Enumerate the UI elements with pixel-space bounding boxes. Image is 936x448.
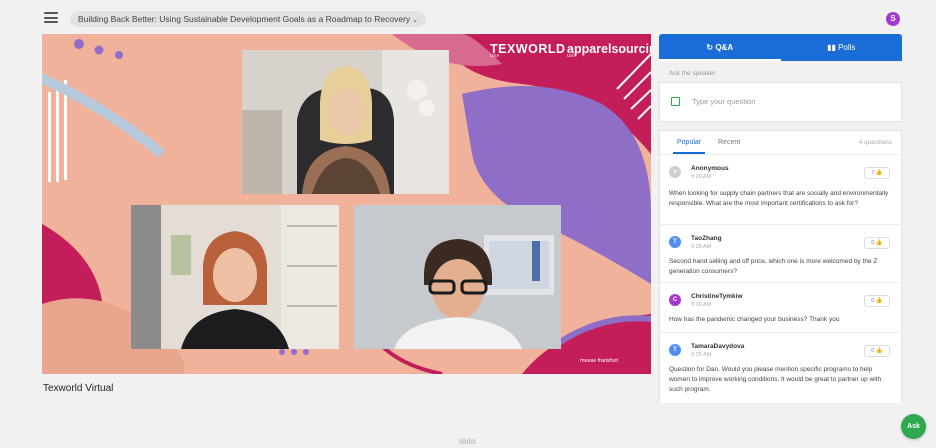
- event-title: Building Back Better: Using Sustainable …: [78, 14, 411, 24]
- like-count: 0: [871, 298, 875, 304]
- room-label: Texworld Virtual: [43, 383, 114, 394]
- speaker-video-2: [131, 205, 339, 349]
- top-bar: Building Back Better: Using Sustainable …: [0, 0, 936, 36]
- question-item: T TamaraDavydova 9:25 AM 0 👍 Question fo…: [660, 334, 901, 404]
- chevron-down-icon: ⌄: [412, 17, 419, 24]
- user-avatar-icon: C: [669, 294, 681, 306]
- user-avatar-icon: T: [669, 236, 681, 248]
- messe-frankfurt-logo: messe frankfurt: [580, 358, 618, 364]
- texworld-logo: TEXWORLD: [490, 42, 566, 56]
- subtab-popular[interactable]: Popular: [672, 139, 706, 154]
- question-time: 9:26 AM: [691, 244, 712, 250]
- apparelsourcing-logo-sub: USA: [567, 53, 577, 58]
- user-avatar-icon: T: [669, 344, 681, 356]
- anonymous-avatar-icon: ●: [669, 166, 681, 178]
- question-author: Anonymous: [691, 165, 729, 172]
- panel-tabs: ↻ Q&A ▮▮ Polls: [659, 34, 902, 61]
- like-button[interactable]: 0 👍: [864, 345, 890, 357]
- question-time: 9:20 AM: [691, 174, 712, 180]
- ask-button[interactable]: Ask: [901, 414, 926, 439]
- question-item: C ChristineTymkiw 9:19 AM 0 👍 How has th…: [660, 284, 901, 333]
- polls-icon: ▮▮: [827, 43, 839, 52]
- tab-qa-label: Q&A: [715, 43, 734, 52]
- thumbs-up-icon: 👍: [875, 240, 883, 246]
- menu-icon[interactable]: [44, 12, 58, 23]
- like-button[interactable]: 0 👍: [864, 237, 890, 249]
- question-time: 9:19 AM: [691, 302, 712, 308]
- thumbs-up-icon: 👍: [875, 170, 883, 176]
- tab-polls[interactable]: ▮▮ Polls: [781, 34, 903, 61]
- like-button[interactable]: 0 👍: [864, 295, 890, 307]
- question-subtabs: Popular Recent 4 questions: [660, 131, 901, 155]
- question-text: Question for Dan. Would you please menti…: [669, 366, 882, 393]
- video-stage: TEXWORLD USA apparelsourcing USA: [42, 34, 651, 374]
- event-title-dropdown[interactable]: Building Back Better: Using Sustainable …: [70, 11, 427, 27]
- question-text: When looking for supply chain partners t…: [669, 190, 889, 207]
- question-author: ChristineTymkiw: [691, 293, 743, 300]
- like-button[interactable]: 7 👍: [864, 167, 890, 179]
- thumbs-up-icon: 👍: [875, 298, 883, 304]
- thumbs-up-icon: 👍: [875, 348, 883, 354]
- texworld-logo-sub: USA: [490, 53, 500, 58]
- tab-qa[interactable]: ↻ Q&A: [659, 34, 781, 61]
- qa-panel: ↻ Q&A ▮▮ Polls Ask the speaker Type your…: [659, 34, 902, 403]
- speaker-video-1: [242, 50, 449, 194]
- question-list: Popular Recent 4 questions ● Anonymous 9…: [659, 130, 902, 403]
- like-count: 0: [871, 348, 875, 354]
- user-avatar[interactable]: S: [886, 12, 900, 26]
- question-count: 4 questions: [858, 139, 892, 146]
- apparelsourcing-logo: apparelsourcing: [567, 42, 651, 56]
- question-input[interactable]: Type your question: [659, 82, 902, 122]
- speaker-video-3: [354, 205, 561, 349]
- like-count: 7: [871, 170, 875, 176]
- edit-icon: [671, 97, 680, 106]
- like-count: 0: [871, 240, 875, 246]
- question-author: TaoZhang: [691, 235, 722, 242]
- question-author: TamaraDavydova: [691, 343, 745, 350]
- question-time: 9:25 AM: [691, 352, 712, 358]
- slido-logo: slido: [459, 437, 476, 446]
- question-item: ● Anonymous 9:20 AM 7 👍 When looking for…: [660, 156, 901, 225]
- question-text: How has the pandemic changed your busine…: [669, 316, 840, 323]
- tab-polls-label: Polls: [838, 43, 856, 52]
- question-item: T TaoZhang 9:26 AM 0 👍 Second hand selli…: [660, 226, 901, 283]
- ask-label: Ask the speaker: [669, 70, 716, 77]
- question-input-placeholder: Type your question: [692, 97, 756, 106]
- qa-icon: ↻: [706, 43, 716, 52]
- subtab-recent[interactable]: Recent: [718, 139, 740, 146]
- question-text: Second hand selling and off price, which…: [669, 258, 878, 275]
